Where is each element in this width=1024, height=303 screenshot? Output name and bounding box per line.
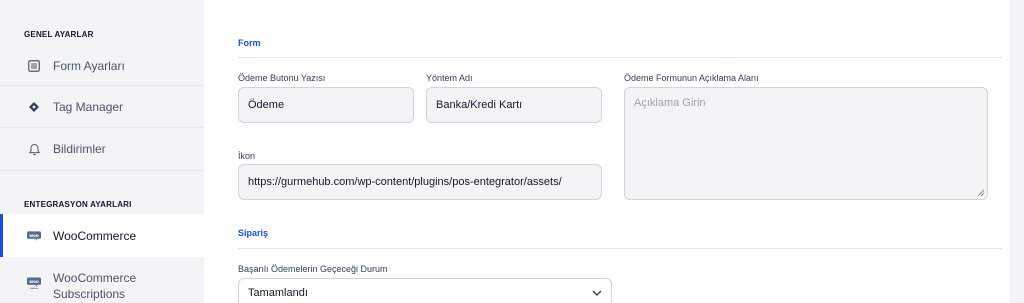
sidebar-item-label: WooCommerce Subscriptions xyxy=(53,270,136,302)
bell-icon xyxy=(27,142,41,156)
order-status-select[interactable]: Tamamlandı xyxy=(238,278,612,303)
section-divider xyxy=(238,57,1002,58)
method-name-label: Yöntem Adı xyxy=(426,73,473,83)
payment-button-text-label: Ödeme Butonu Yazısı xyxy=(238,73,326,83)
woo-subs-icon: woo xyxy=(27,277,41,291)
sidebar-item-label-line2: Subscriptions xyxy=(53,287,126,301)
method-name-input[interactable]: Banka/Kredi Kartı xyxy=(426,87,602,123)
settings-panel: Form Ödeme Butonu Yazısı Ödeme Yöntem Ad… xyxy=(204,0,1024,303)
section-divider xyxy=(238,248,1002,249)
sidebar-item-tag-manager[interactable]: Tag Manager xyxy=(0,97,204,117)
page-edge xyxy=(1010,0,1024,303)
order-status-label: Başarılı Ödemelerin Geçeceği Durum xyxy=(238,264,388,274)
sidebar-item-label: Bildirimler xyxy=(53,142,106,156)
description-placeholder: Açıklama Girin xyxy=(634,97,706,109)
sidebar-item-label: Form Ayarları xyxy=(53,59,125,73)
svg-text:woo: woo xyxy=(29,232,39,237)
sidebar-item-woocommerce[interactable]: woo WooCommerce xyxy=(0,214,204,257)
list-icon xyxy=(27,59,41,73)
chevron-down-icon xyxy=(592,290,602,296)
sidebar-item-label-line1: WooCommerce xyxy=(53,271,137,285)
diamond-icon xyxy=(27,100,41,114)
divider xyxy=(0,127,204,128)
svg-text:woo: woo xyxy=(29,279,39,284)
icon-url-input[interactable]: https://gurmehub.com/wp-content/plugins/… xyxy=(238,164,602,200)
form-section-title: Form xyxy=(238,38,261,48)
sidebar: GENEL AYARLAR Form Ayarları Tag Manager … xyxy=(0,0,204,303)
order-section-title: Sipariş xyxy=(238,228,269,238)
description-textarea[interactable]: Açıklama Girin xyxy=(624,87,988,200)
sidebar-item-notifications[interactable]: Bildirimler xyxy=(0,139,204,159)
divider xyxy=(0,170,204,171)
integration-settings-title: ENTEGRASYON AYARLARI xyxy=(24,200,132,209)
divider xyxy=(0,85,204,86)
woo-icon: woo xyxy=(27,229,41,243)
sidebar-item-woocommerce-subscriptions[interactable]: woo WooCommerce Subscriptions xyxy=(0,266,204,303)
sidebar-item-label: Tag Manager xyxy=(53,100,124,114)
sidebar-item-form-settings[interactable]: Form Ayarları xyxy=(0,56,204,76)
order-status-value: Tamamlandı xyxy=(248,287,308,299)
sidebar-item-label: WooCommerce xyxy=(53,228,137,243)
resize-handle-icon[interactable] xyxy=(977,189,984,196)
payment-button-text-input[interactable]: Ödeme xyxy=(238,87,414,123)
general-settings-title: GENEL AYARLAR xyxy=(24,30,94,39)
description-label: Ödeme Formunun Açıklama Alanı xyxy=(624,73,759,83)
icon-url-label: İkon xyxy=(238,151,256,161)
